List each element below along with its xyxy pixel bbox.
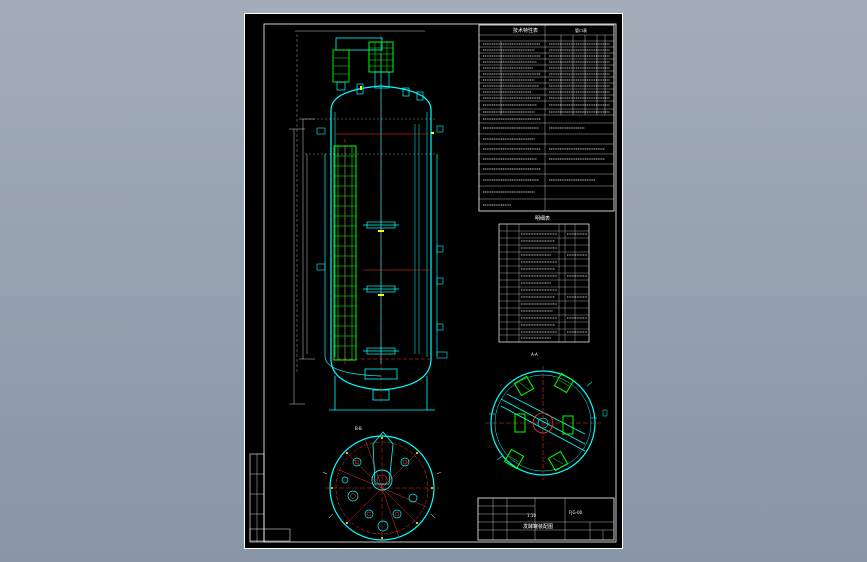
motor-reducer bbox=[332, 37, 394, 91]
bottom-left-label-box bbox=[249, 528, 291, 542]
scale-label: 1:10 bbox=[527, 513, 536, 518]
tech-spec-table: 技术特性表 管口表 bbox=[478, 24, 615, 212]
parts-table-title: 明细表 bbox=[535, 215, 550, 222]
inner-frame bbox=[263, 23, 617, 543]
section-view-a[interactable]: A-A bbox=[485, 352, 608, 480]
section-view-b[interactable]: B-B bbox=[322, 426, 442, 542]
section-label-b: B-B bbox=[355, 426, 362, 431]
coil-block bbox=[503, 372, 575, 472]
title-block: 发酵罐装配图 1:10 FJG-00 bbox=[477, 497, 615, 541]
parts-list-table: 明细表 bbox=[498, 215, 590, 343]
drawing-code: FJG-00 bbox=[569, 510, 583, 515]
tech-table-title: 技术特性表 bbox=[513, 27, 538, 34]
drawing-name: 发酵罐装配图 bbox=[523, 523, 553, 530]
vessel-elevation[interactable] bbox=[289, 30, 448, 411]
section-label-a: A-A bbox=[531, 352, 538, 357]
tech-table-header: 管口表 bbox=[575, 27, 587, 33]
cad-drawing[interactable]: 技术特性表 管口表 明细表 发酵罐装配图 1:10 FJG-00 A-A B-B bbox=[245, 14, 622, 548]
drawing-sheet[interactable]: 技术特性表 管口表 明细表 发酵罐装配图 1:10 FJG-00 A-A B-B bbox=[244, 13, 623, 549]
